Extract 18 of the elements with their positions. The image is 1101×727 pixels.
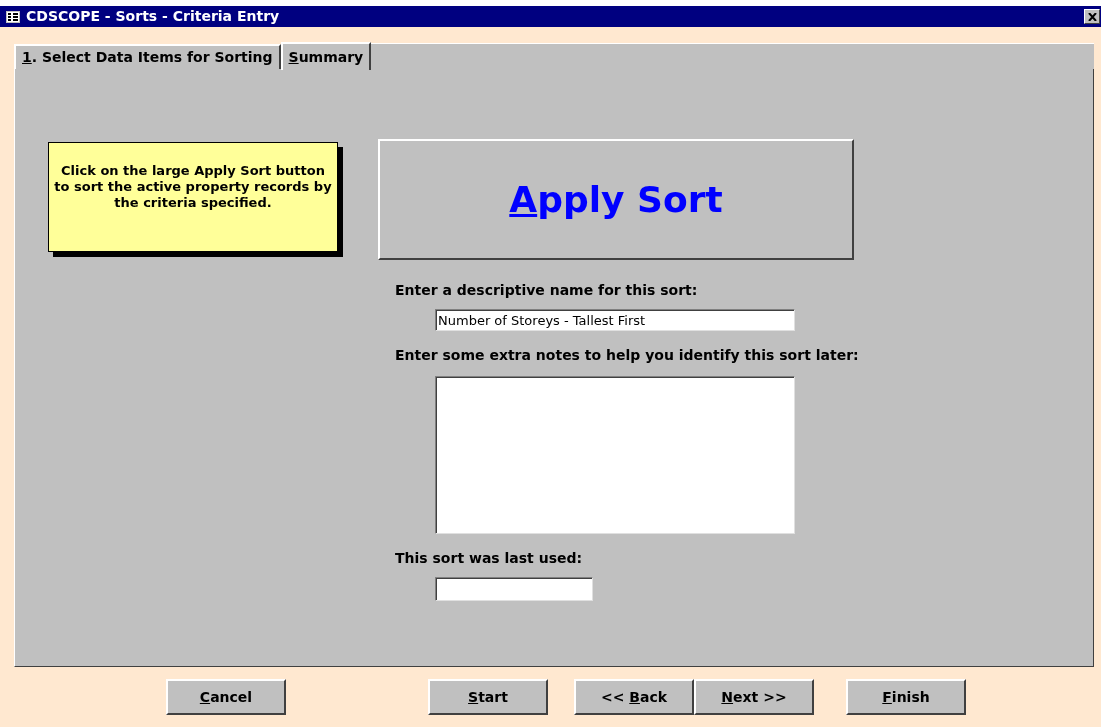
field-label: This sort was last used: bbox=[395, 549, 584, 568]
field-label: Enter some extra notes to help you identify this sort later: bbox=[395, 346, 859, 365]
form-icon bbox=[6, 10, 20, 23]
tab[interactable]: Summary bbox=[280, 42, 372, 70]
tab[interactable]: 1. Select Data Items for Sorting bbox=[14, 44, 281, 69]
name-field[interactable]: Number of Storeys - Tallest First bbox=[435, 309, 795, 331]
last-used-field[interactable] bbox=[435, 577, 593, 601]
field-label: Enter a descriptive name for this sort: bbox=[395, 281, 699, 300]
wizard-button[interactable]: Finish bbox=[846, 679, 966, 715]
wizard-button[interactable]: Cancel bbox=[166, 679, 286, 715]
wizard-button[interactable]: Start bbox=[428, 679, 548, 715]
notes-field[interactable] bbox=[435, 376, 795, 534]
close-button[interactable] bbox=[1084, 9, 1100, 24]
apply-sort-button[interactable]: Apply Sort bbox=[378, 139, 854, 260]
window-title: CDSCOPE - Sorts - Criteria Entry bbox=[26, 7, 281, 26]
close-icon bbox=[1087, 12, 1097, 21]
wizard-button[interactable]: Next >> bbox=[694, 679, 814, 715]
wizard-button[interactable]: << Back bbox=[574, 679, 694, 715]
